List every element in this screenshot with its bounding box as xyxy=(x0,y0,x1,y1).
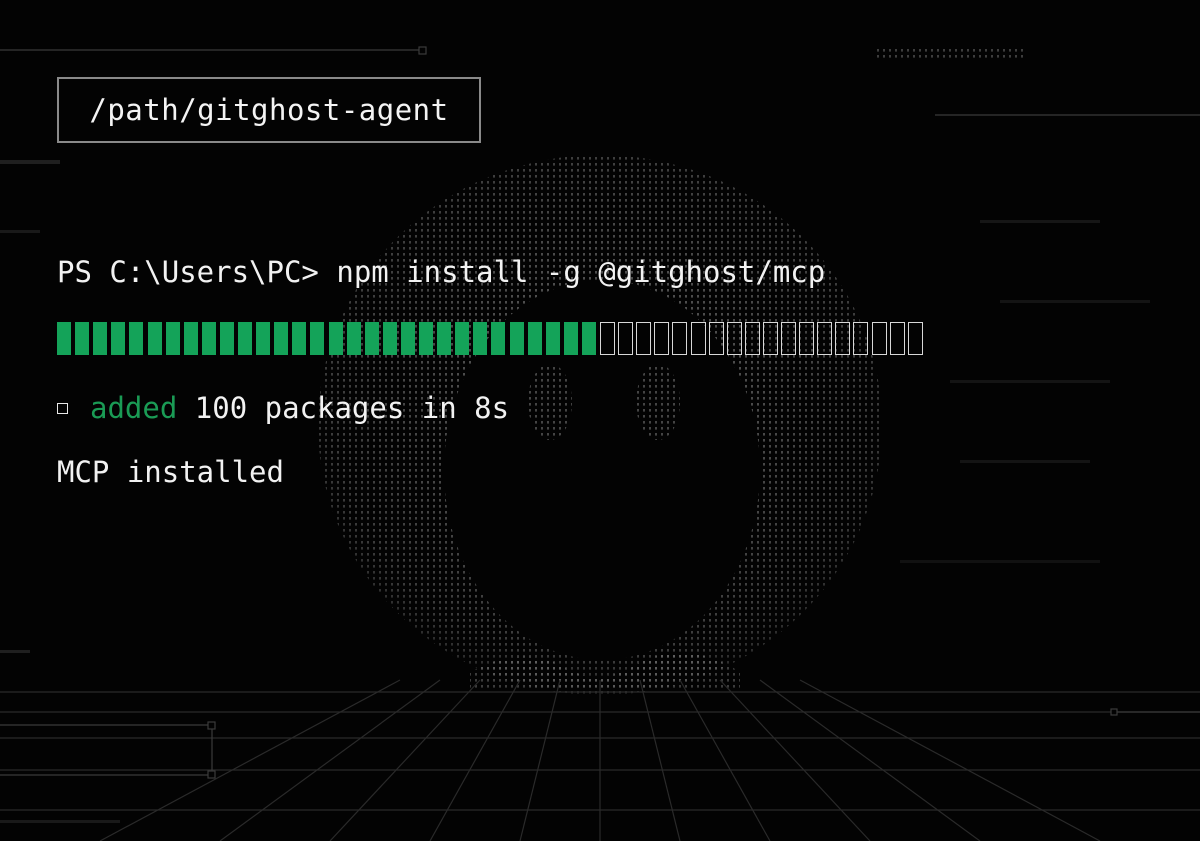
progress-segment-empty xyxy=(762,322,778,355)
progress-segment-empty xyxy=(799,322,815,355)
progress-segment-empty xyxy=(726,322,742,355)
progress-segment-filled xyxy=(75,322,90,355)
progress-segment-filled xyxy=(310,322,325,355)
progress-segment-filled xyxy=(111,322,126,355)
progress-segment-filled xyxy=(328,322,343,355)
progress-segment-filled xyxy=(201,322,216,355)
progress-segment-filled xyxy=(509,322,524,355)
progress-segment-empty xyxy=(889,322,905,355)
progress-segment-filled xyxy=(129,322,144,355)
install-command: npm install -g @gitghost/mcp xyxy=(336,255,826,289)
progress-segment-filled xyxy=(382,322,397,355)
progress-segment-empty xyxy=(672,322,688,355)
progress-segment-empty xyxy=(654,322,670,355)
progress-segment-filled xyxy=(346,322,361,355)
progress-segment-filled xyxy=(364,322,379,355)
install-result-line: added 100 packages in 8s xyxy=(57,390,509,426)
progress-segment-filled xyxy=(473,322,488,355)
install-status: MCP installed xyxy=(57,455,284,489)
progress-segment-filled xyxy=(274,322,289,355)
progress-segment-filled xyxy=(581,322,596,355)
progress-segment-filled xyxy=(491,322,506,355)
progress-segment-filled xyxy=(238,322,252,355)
shell-prompt: PS C:\Users\PC> xyxy=(57,255,337,289)
progress-segment-filled xyxy=(147,322,162,355)
progress-segment-empty xyxy=(853,322,869,355)
progress-segment-empty xyxy=(618,322,634,355)
progress-segment-empty xyxy=(636,322,652,355)
progress-segment-empty xyxy=(907,322,923,355)
progress-segment-empty xyxy=(817,322,833,355)
progress-segment-empty xyxy=(708,322,724,355)
progress-segment-empty xyxy=(781,322,796,355)
progress-segment-empty xyxy=(871,322,887,355)
path-label-box: /path/gitghost-agent xyxy=(57,77,481,143)
progress-segment-filled xyxy=(93,322,108,355)
progress-segment-empty xyxy=(690,322,706,355)
progress-segment-empty xyxy=(744,322,760,355)
progress-segment-filled xyxy=(292,322,307,355)
progress-segment-filled xyxy=(183,322,198,355)
added-keyword: added xyxy=(90,391,178,425)
progress-bar xyxy=(57,322,957,356)
progress-segment-filled xyxy=(256,322,271,355)
progress-segment-filled xyxy=(419,322,433,355)
progress-segment-filled xyxy=(527,322,542,355)
command-line: PS C:\Users\PC> npm install -g @gitghost… xyxy=(57,254,825,290)
progress-segment-filled xyxy=(400,322,415,355)
path-label: /path/gitghost-agent xyxy=(89,93,449,127)
progress-segment-filled xyxy=(165,322,180,355)
progress-segment-empty xyxy=(835,322,851,355)
progress-segment-filled xyxy=(455,322,470,355)
progress-segment-filled xyxy=(57,322,71,355)
progress-segment-filled xyxy=(545,322,560,355)
packages-summary: 100 packages in 8s xyxy=(177,391,510,425)
square-outline-icon xyxy=(57,403,68,414)
progress-segment-filled xyxy=(563,322,578,355)
progress-segment-filled xyxy=(437,322,452,355)
progress-segment-empty xyxy=(600,322,615,355)
progress-segment-filled xyxy=(219,322,234,355)
